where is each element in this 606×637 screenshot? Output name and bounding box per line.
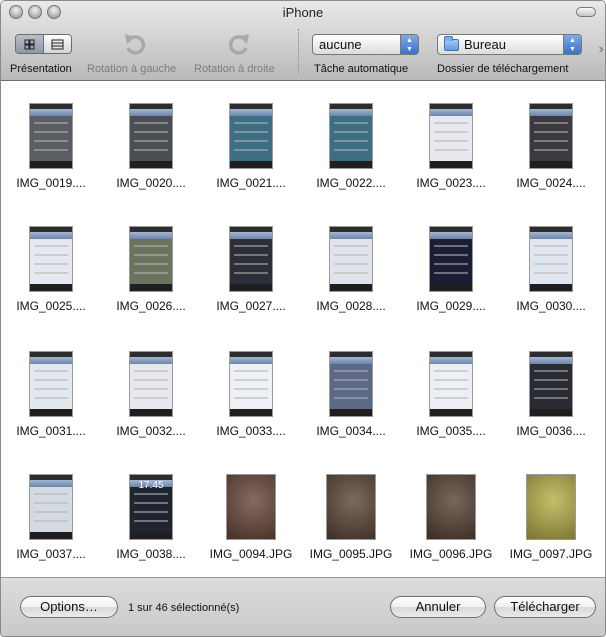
image-thumbnail[interactable] [526,474,576,540]
selection-status: 1 sur 46 sélectionné(s) [128,602,240,614]
download-button[interactable]: Télécharger [494,596,596,618]
image-thumbnail[interactable] [129,103,173,169]
image-filename: IMG_0022.... [316,176,386,190]
image-thumbnail[interactable] [129,226,173,292]
popup-arrows-icon: ▲ ▼ [400,35,418,54]
image-filename: IMG_0032.... [116,424,186,438]
image-thumbnail[interactable] [426,474,476,540]
lockscreen-time: 17:45 [138,480,164,491]
image-filename: IMG_0023.... [416,176,486,190]
image-thumbnail[interactable] [329,103,373,169]
auto-task-label: Tâche automatique [314,63,409,75]
toolbar-toggle-button[interactable] [576,7,596,17]
image-filename: IMG_0037.... [16,547,86,561]
image-filename: IMG_0033.... [216,424,286,438]
presentation-view-toggle[interactable] [15,34,72,54]
image-thumbnail[interactable] [429,103,473,169]
grid-view-button[interactable] [16,35,43,53]
image-filename: IMG_0096.JPG [409,547,493,561]
image-filename: IMG_0021.... [216,176,286,190]
rotate-left-icon[interactable] [122,31,148,57]
popup-arrows-icon: ▲ ▼ [563,35,581,54]
folder-icon [444,35,459,51]
image-grid: IMG_0019.... IMG_0020.... IMG_0021.... IMG_… [1,81,605,579]
image-thumbnail[interactable] [429,351,473,417]
image-thumbnail[interactable] [529,351,573,417]
rotate-right-label: Rotation à droite [194,63,275,75]
image-filename: IMG_0019.... [16,176,86,190]
image-filename: IMG_0027.... [216,299,286,313]
image-thumbnail[interactable] [529,103,573,169]
image-filename: IMG_0035.... [416,424,486,438]
image-filename: IMG_0020.... [116,176,186,190]
image-thumbnail[interactable] [329,226,373,292]
image-filename: IMG_0038.... [116,547,186,561]
image-filename: IMG_0030.... [516,299,586,313]
image-filename: IMG_0028.... [316,299,386,313]
image-filename: IMG_0097.JPG [509,547,593,561]
image-thumbnail[interactable] [429,226,473,292]
list-view-icon [51,39,64,49]
auto-task-value: aucune [319,37,362,52]
presentation-label: Présentation [10,63,72,75]
image-filename: IMG_0094.JPG [209,547,293,561]
image-filename: IMG_0024.... [516,176,586,190]
image-filename: IMG_0025.... [16,299,86,313]
image-thumbnail[interactable] [229,226,273,292]
image-thumbnail[interactable] [29,226,73,292]
download-folder-label: Dossier de téléchargement [437,63,569,75]
window-title: iPhone [282,5,324,20]
list-view-button[interactable] [43,35,71,53]
image-thumbnail[interactable] [129,351,173,417]
image-thumbnail[interactable] [29,351,73,417]
image-thumbnail[interactable]: 17:45 [129,474,173,540]
toolbar-overflow-icon[interactable]: ›› [598,41,603,56]
image-thumbnail[interactable] [229,351,273,417]
image-thumbnail[interactable] [326,474,376,540]
image-filename: IMG_0036.... [516,424,586,438]
toolbar: iPhone Présentation Rotation à gauche Ro… [1,1,605,81]
image-filename: IMG_0026.... [116,299,186,313]
image-filename: IMG_0031.... [16,424,86,438]
image-thumbnail[interactable] [29,474,73,540]
grid-view-icon [24,39,35,49]
image-thumbnail[interactable] [529,226,573,292]
image-thumbnail[interactable] [29,103,73,169]
image-thumbnail[interactable] [226,474,276,540]
rotate-right-icon[interactable] [226,31,252,57]
download-folder-popup[interactable]: Bureau ▲ ▼ [437,34,582,55]
options-button[interactable]: Options… [20,596,118,618]
iphone-import-window: iPhone Présentation Rotation à gauche Ro… [0,0,606,637]
rotate-left-label: Rotation à gauche [87,63,177,75]
cancel-button[interactable]: Annuler [390,596,486,618]
image-filename: IMG_0034.... [316,424,386,438]
download-folder-value: Bureau [464,37,506,52]
image-thumbnail[interactable] [329,351,373,417]
bottom-bar: Options… 1 sur 46 sélectionné(s) Annuler… [1,577,605,636]
auto-task-popup[interactable]: aucune ▲ ▼ [312,34,419,55]
image-filename: IMG_0095.JPG [309,547,393,561]
image-thumbnail[interactable] [229,103,273,169]
image-filename: IMG_0029.... [416,299,486,313]
toolbar-separator [298,29,299,73]
